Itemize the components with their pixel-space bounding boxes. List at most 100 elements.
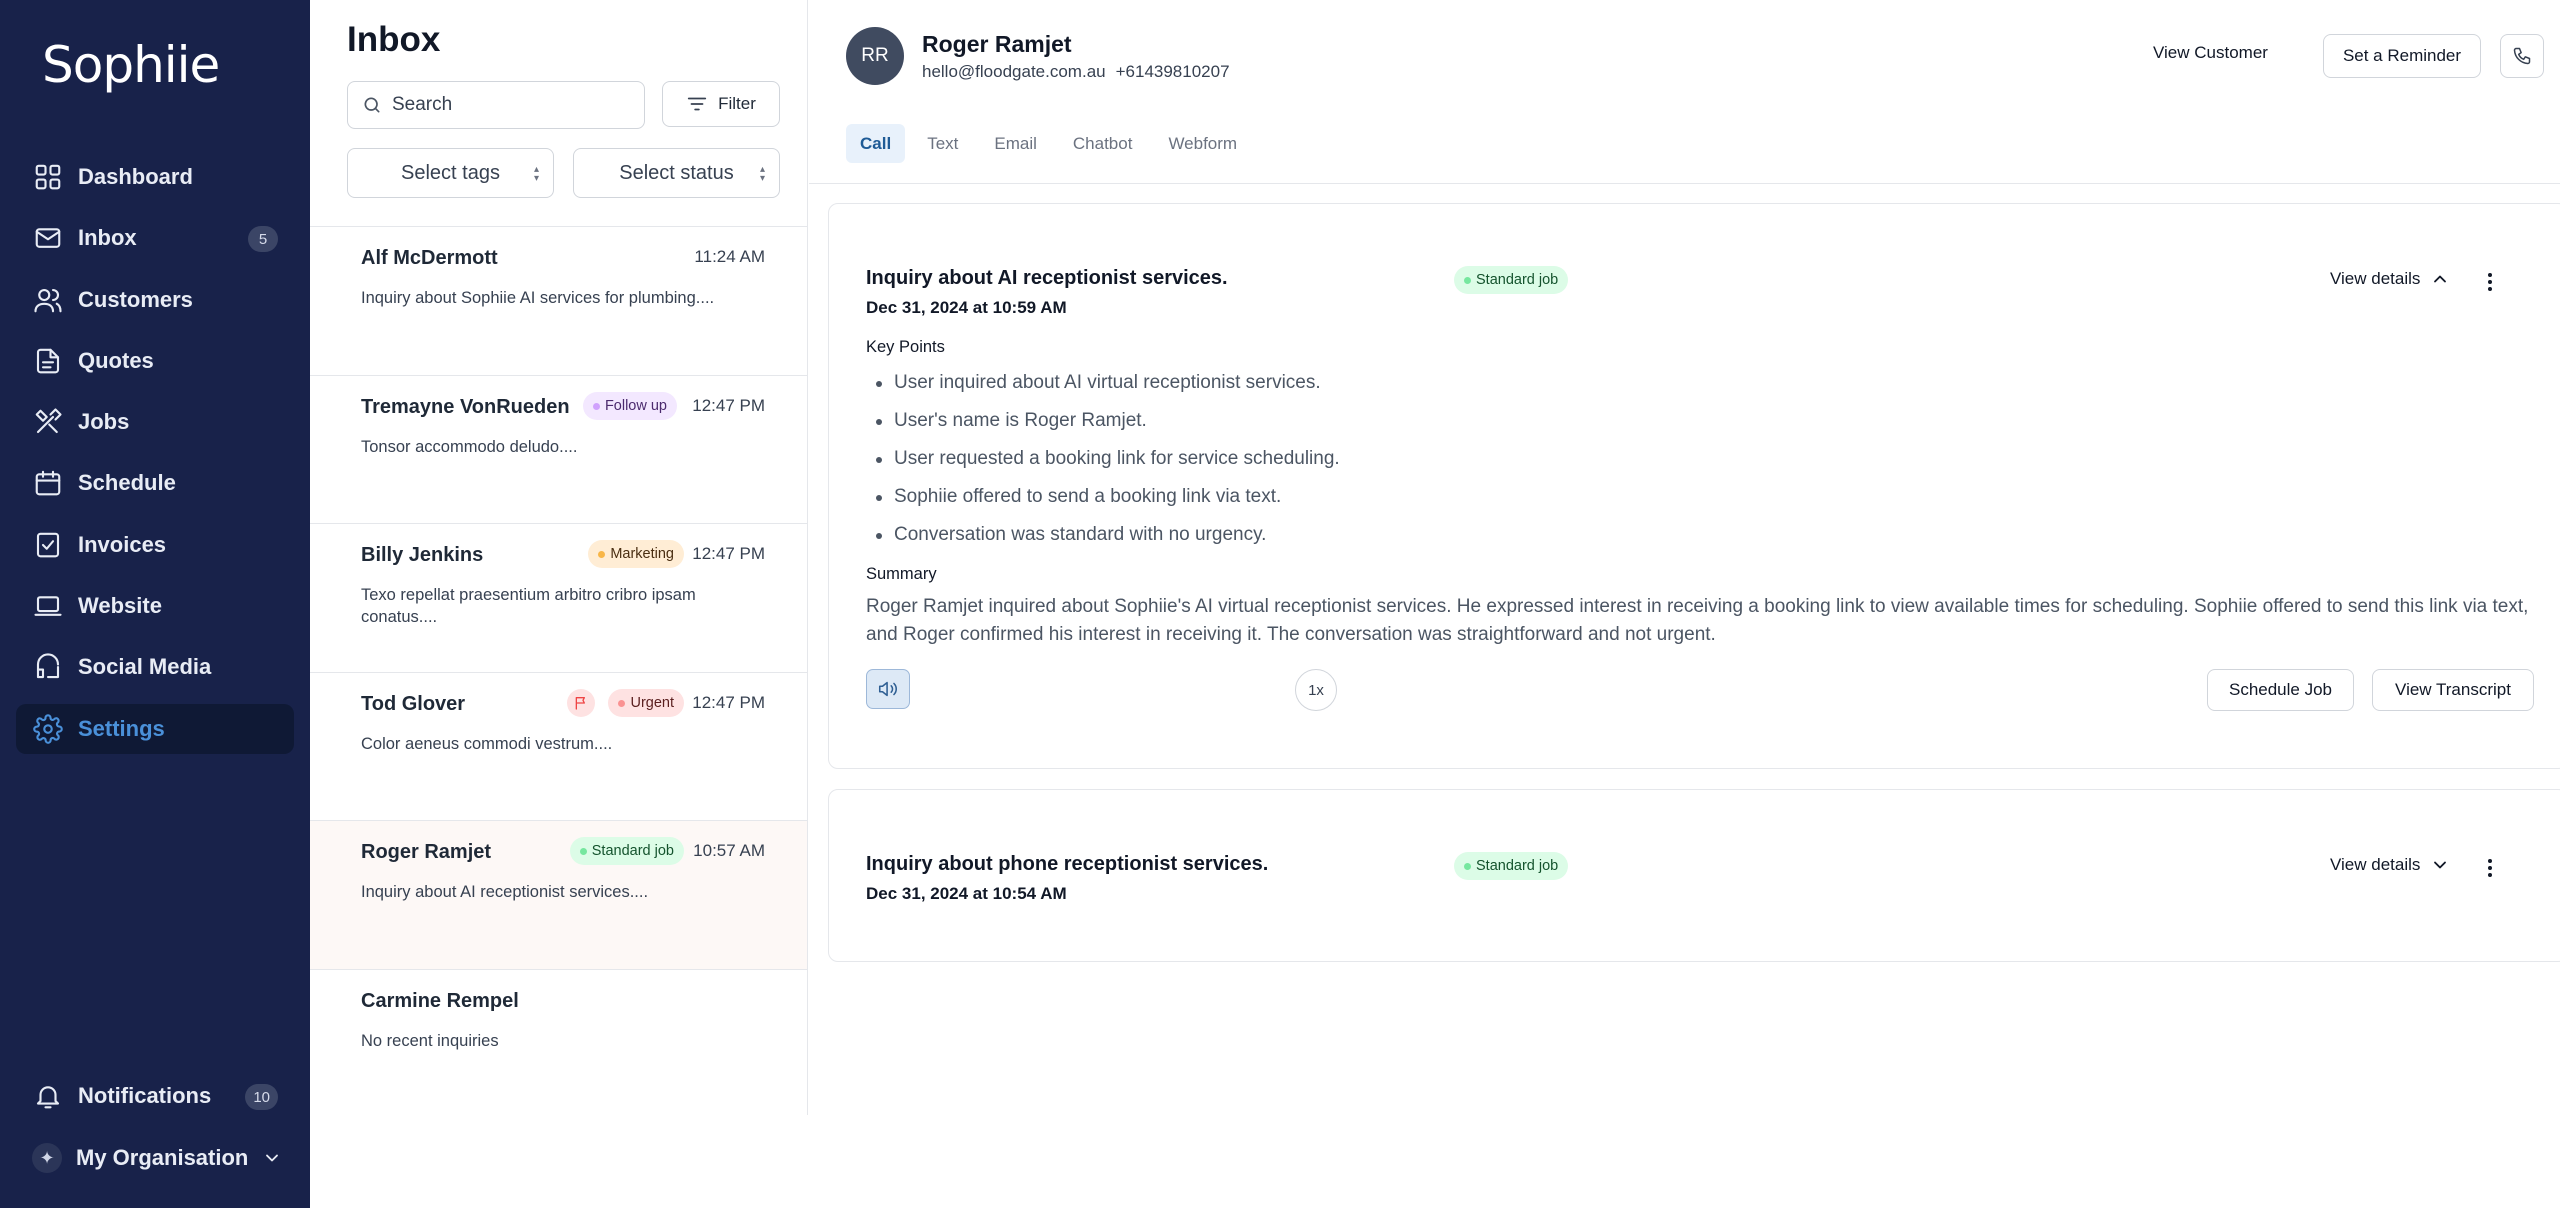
- sidebar-item-jobs[interactable]: Jobs: [16, 397, 294, 447]
- contact-email: hello@floodgate.com.au: [922, 62, 1106, 81]
- standard-job-tag: Standard job: [1454, 266, 1569, 294]
- list-item: User requested a booking link for servic…: [866, 440, 1766, 478]
- tab-text[interactable]: Text: [913, 124, 972, 163]
- chevron-up-icon: [2434, 275, 2447, 283]
- filter-label: Filter: [718, 94, 756, 113]
- sidebar-item-label: Customers: [78, 286, 193, 312]
- sidebar-item-label: Notifications: [78, 1083, 212, 1108]
- inbox-panel: Inbox Filter Select tags ▴▾ Select statu…: [310, 0, 808, 1115]
- tab-chatbot[interactable]: Chatbot: [1059, 124, 1147, 163]
- conversation-name: Carmine Rempel: [361, 989, 519, 1012]
- conversation-time: 10:57 AM: [693, 841, 765, 860]
- conversation-row[interactable]: Carmine Rempel No recent inquiries: [310, 970, 807, 1119]
- conversation-name: Alf McDermott: [361, 247, 498, 269]
- sidebar-item-label: Website: [78, 593, 162, 619]
- search-input[interactable]: [392, 94, 632, 116]
- conversation-row[interactable]: Alf McDermott 11:24 AM Inquiry about Sop…: [310, 227, 807, 376]
- more-options-icon[interactable]: [2481, 270, 2499, 294]
- sidebar-item-label: Settings: [78, 715, 165, 741]
- sort-arrows-icon: ▴ ▾: [533, 164, 539, 184]
- sidebar-item-website[interactable]: Website: [16, 581, 294, 631]
- contact-name: Roger Ramjet: [922, 31, 1072, 57]
- tools-icon: [32, 406, 64, 438]
- conversation-detail: RR Roger Ramjet hello@floodgate.com.au +6…: [809, 0, 2560, 1115]
- sidebar-item-label: Dashboard: [78, 164, 193, 189]
- call-date: Dec 31, 2024 at 10:59 AM: [866, 298, 1067, 317]
- call-date: Dec 31, 2024 at 10:54 AM: [866, 884, 1067, 903]
- conversation-time: 12:47 PM: [692, 692, 765, 712]
- sidebar-bottom: Notifications 10: [16, 1071, 294, 1132]
- conversation-preview: No recent inquiries: [361, 1031, 499, 1050]
- conversation-row[interactable]: Tremayne VonRueden Follow up 12:47 PM To…: [310, 376, 807, 524]
- gear-icon: [32, 713, 64, 745]
- chevron-down-icon: [2434, 861, 2447, 869]
- call-card: Inquiry about phone receptionist service…: [828, 789, 2560, 962]
- bell-icon: [32, 1080, 64, 1112]
- document-icon: [32, 345, 64, 377]
- conversation-name: Tod Glover: [361, 692, 466, 715]
- playback-speed-button[interactable]: 1x: [1295, 669, 1337, 711]
- sidebar-item-quotes[interactable]: Quotes: [16, 336, 294, 386]
- call-button[interactable]: [2500, 34, 2544, 78]
- key-points-label: Key Points: [866, 338, 945, 356]
- conversation-row[interactable]: Billy Jenkins Marketing 12:47 PM Texo re…: [310, 524, 807, 673]
- view-customer-link[interactable]: View Customer: [2153, 43, 2268, 63]
- follow-up-tag: Follow up: [582, 391, 677, 420]
- tab-email[interactable]: Email: [980, 124, 1051, 163]
- chevron-down-icon: [262, 1148, 282, 1168]
- select-status-label: Select status: [619, 161, 734, 184]
- more-options-icon[interactable]: [2481, 856, 2499, 880]
- app-logo[interactable]: Sophiie: [42, 36, 220, 94]
- divider: [809, 183, 2560, 184]
- contact-phone: +61439810207: [1115, 62, 1230, 81]
- filter-button[interactable]: Filter: [662, 81, 780, 127]
- conversation-time: 12:47 PM: [692, 544, 765, 563]
- sidebar-item-customers[interactable]: Customers: [16, 275, 294, 325]
- sidebar-item-inbox[interactable]: Inbox 5: [16, 213, 294, 263]
- urgent-tag: Urgent: [608, 688, 684, 717]
- conversation-name: Roger Ramjet: [361, 841, 492, 863]
- sidebar-item-social-media[interactable]: Social Media: [16, 642, 294, 692]
- tab-call[interactable]: Call: [846, 124, 906, 163]
- play-audio-button[interactable]: [866, 669, 910, 709]
- notifications-count-badge: 10: [245, 1084, 278, 1110]
- key-points-list: User inquired about AI virtual reception…: [866, 364, 1766, 554]
- view-transcript-button[interactable]: View Transcript: [2372, 669, 2534, 711]
- sidebar-item-settings[interactable]: Settings: [16, 703, 294, 754]
- laptop-icon: [32, 590, 64, 622]
- sidebar-item-schedule[interactable]: Schedule: [16, 458, 294, 508]
- schedule-job-button[interactable]: Schedule Job: [2207, 669, 2354, 711]
- channel-tabs: Call Text Email Chatbot Webform: [846, 124, 1259, 163]
- invoice-check-icon: [32, 529, 64, 561]
- view-details-label: View details: [2330, 855, 2421, 874]
- view-details-toggle[interactable]: View details: [2330, 855, 2450, 875]
- organisation-switcher[interactable]: ✦ My Organisation: [16, 1133, 294, 1183]
- flag-icon: [567, 688, 595, 717]
- sidebar-item-notifications[interactable]: Notifications 10: [16, 1071, 294, 1121]
- sidebar-item-invoices[interactable]: Invoices: [16, 520, 294, 570]
- standard-job-tag: Standard job: [1454, 852, 1569, 880]
- users-icon: [32, 284, 64, 316]
- contact-info: hello@floodgate.com.au +61439810207: [922, 62, 1230, 82]
- marketing-tag: Marketing: [588, 540, 684, 568]
- call-card: Inquiry about AI receptionist services. …: [828, 203, 2560, 769]
- tab-webform[interactable]: Webform: [1154, 124, 1251, 163]
- search-field[interactable]: [347, 81, 645, 129]
- organisation-label: My Organisation: [76, 1145, 249, 1170]
- search-icon: [364, 97, 380, 113]
- select-status-dropdown[interactable]: Select status ▴ ▾: [573, 148, 780, 198]
- conversation-row[interactable]: Roger Ramjet Standard job 10:57 AM Inqui…: [310, 821, 807, 970]
- list-item: User inquired about AI virtual reception…: [866, 364, 1766, 402]
- sidebar-item-label: Inbox: [78, 225, 137, 251]
- conversation-preview: Texo repellat praesentium arbitro cribro…: [361, 586, 696, 626]
- sidebar-item-label: Quotes: [78, 347, 154, 373]
- conversation-list: Alf McDermott 11:24 AM Inquiry about Sop…: [310, 226, 807, 1118]
- conversation-preview: Inquiry about Sophiie AI services for pl…: [361, 289, 715, 307]
- set-reminder-button[interactable]: Set a Reminder: [2323, 34, 2481, 78]
- view-details-toggle[interactable]: View details: [2330, 269, 2450, 289]
- select-tags-dropdown[interactable]: Select tags ▴ ▾: [347, 148, 554, 198]
- conversation-row[interactable]: Tod Glover Urgent 12:47 PM Color aeneus …: [310, 673, 807, 821]
- sidebar-nav: Dashboard Inbox 5 Customers Quotes Jobs …: [16, 152, 294, 765]
- sidebar-item-dashboard[interactable]: Dashboard: [16, 152, 294, 202]
- inbox-count-badge: 5: [248, 226, 278, 253]
